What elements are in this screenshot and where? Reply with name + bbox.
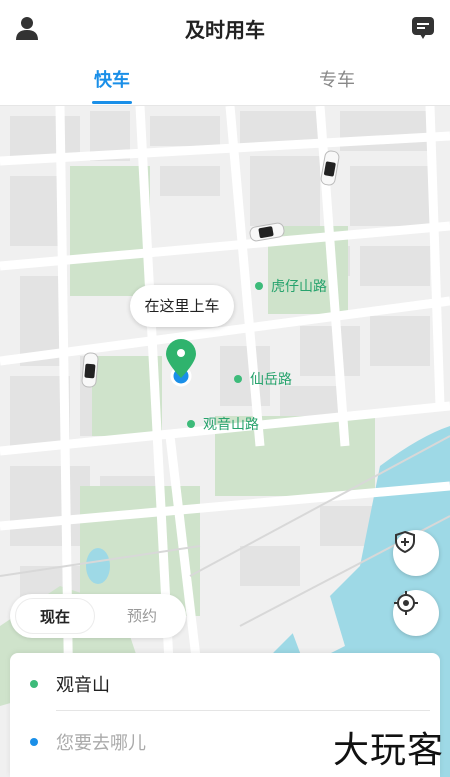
poi-label: 观音山路 xyxy=(187,414,259,434)
pickup-bubble[interactable]: 在这里上车 xyxy=(130,285,234,327)
message-icon[interactable] xyxy=(410,15,436,41)
divider xyxy=(56,710,430,711)
poi-dot xyxy=(234,375,242,383)
pickup-address: 观音山 xyxy=(56,675,110,696)
tab-express[interactable]: 快车 xyxy=(52,66,172,92)
poi-dot xyxy=(255,282,263,290)
page-title: 及时用车 xyxy=(185,17,265,42)
crosshair-icon xyxy=(394,591,418,615)
poi-name: 观音山路 xyxy=(203,417,259,433)
poi-dot xyxy=(187,420,195,428)
poi-label: 仙岳路 xyxy=(234,369,292,389)
user-icon[interactable] xyxy=(14,15,40,41)
reserve-option[interactable]: 预约 xyxy=(102,598,182,634)
safety-button[interactable] xyxy=(393,530,439,576)
active-tab-indicator xyxy=(92,101,132,104)
locate-button[interactable] xyxy=(393,590,439,636)
top-bar: 及时用车 xyxy=(0,0,450,56)
pickup-address-row[interactable]: 观音山 xyxy=(10,655,440,711)
ride-time-toggle: 现在 预约 xyxy=(10,594,186,638)
destination-dot xyxy=(30,738,38,746)
destination-input[interactable]: 您要去哪儿 xyxy=(56,729,146,755)
poi-name: 虎仔山路 xyxy=(271,279,327,295)
poi-label: 虎仔山路 xyxy=(255,276,327,296)
app-screen: 及时用车 快车 专车 在这里上车 虎仔山路 仙岳路 观音山路 现在 预约 观音山… xyxy=(0,0,450,777)
service-tabs: 快车 专车 xyxy=(0,56,450,106)
now-option[interactable]: 现在 xyxy=(15,598,95,634)
poi-name: 仙岳路 xyxy=(250,372,292,388)
tab-premier[interactable]: 专车 xyxy=(277,66,397,92)
car-icon xyxy=(81,352,99,388)
watermark: 大玩客 xyxy=(332,730,444,771)
shield-plus-icon xyxy=(395,530,415,554)
pickup-dot xyxy=(30,680,38,688)
